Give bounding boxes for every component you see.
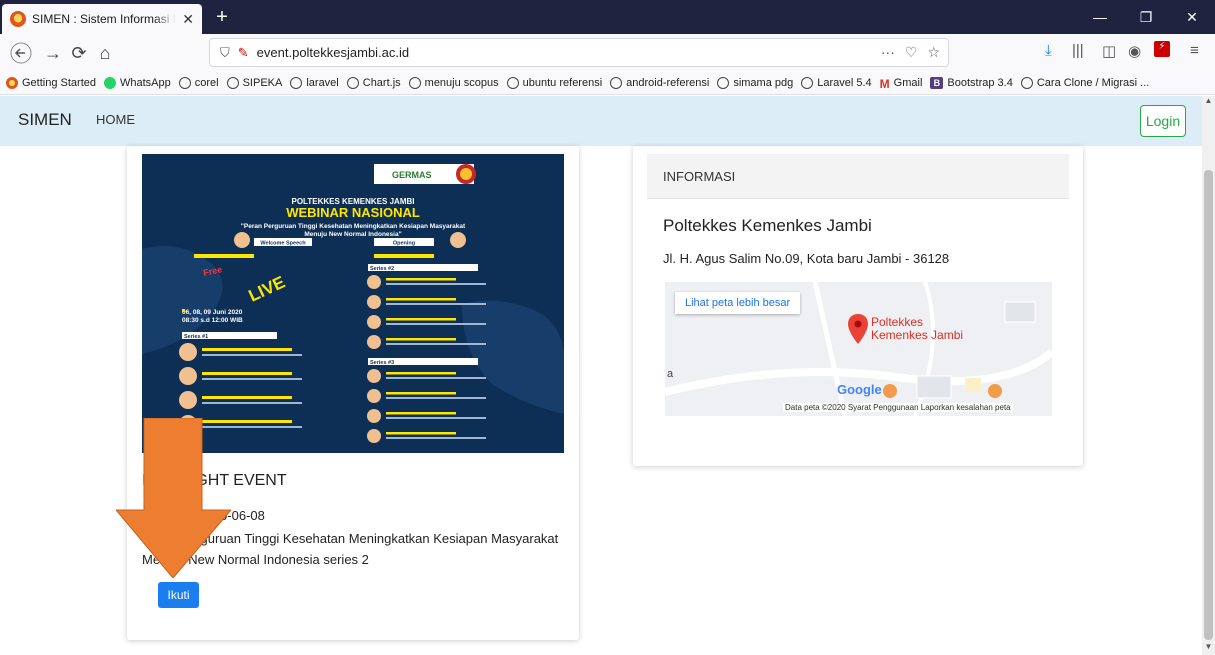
reload-button[interactable]: ⟳: [66, 40, 92, 66]
home-button[interactable]: ⌂: [92, 40, 118, 66]
back-arrow-icon: [10, 42, 32, 64]
globe-icon: [610, 76, 623, 89]
address-bar[interactable]: ⛉ ✎ event.poltekkesjambi.ac.id ··· ♡ ☆: [209, 38, 949, 67]
view-larger-map-link[interactable]: Lihat peta lebih besar: [675, 292, 801, 314]
pointing-arrow-icon: [116, 418, 231, 578]
globe-icon: [226, 76, 239, 89]
svg-text:Menuju New Normal Indonesia": Menuju New Normal Indonesia": [304, 231, 401, 238]
info-card: INFORMASI Poltekkes Kemenkes Jambi Jl. H…: [633, 146, 1083, 466]
svg-text:Opening: Opening: [393, 241, 415, 247]
svg-text:WEBINAR NASIONAL: WEBINAR NASIONAL: [286, 205, 420, 220]
restore-button[interactable]: ❐: [1123, 0, 1169, 34]
menu-icon[interactable]: ≡: [1190, 42, 1199, 59]
map-pin-label: Poltekkes Kemenkes Jambi: [871, 315, 964, 342]
site-brand[interactable]: SIMEN: [18, 110, 72, 130]
bookmark-item[interactable]: ubuntu referensi: [506, 76, 602, 89]
minimize-button[interactable]: —: [1077, 0, 1123, 34]
bookmark-star-icon[interactable]: ☆: [927, 44, 940, 61]
svg-text:Series #1: Series #1: [184, 334, 208, 340]
info-address: Jl. H. Agus Salim No.09, Kota baru Jambi…: [663, 251, 950, 266]
map-pin-icon[interactable]: [848, 314, 868, 344]
bookmark-item[interactable]: B Bootstrap 3.4: [930, 76, 1013, 89]
globe-icon: [346, 76, 359, 89]
scroll-up-icon[interactable]: ▲: [1202, 96, 1215, 105]
svg-text:08:30 s.d 12:00 WIB: 08:30 s.d 12:00 WIB: [182, 317, 243, 324]
globe-icon: [801, 76, 814, 89]
page-scrollbar[interactable]: ▲ ▼: [1202, 96, 1215, 655]
firefox-icon: [6, 76, 18, 89]
globe-icon: [290, 76, 303, 89]
bookmark-item[interactable]: simama pdg: [717, 76, 793, 89]
scrollbar-thumb[interactable]: [1204, 170, 1213, 640]
forward-button[interactable]: →: [40, 40, 66, 66]
close-tab-icon[interactable]: ✕: [182, 11, 194, 28]
bootstrap-icon: B: [930, 76, 944, 89]
germas-logo: GERMAS: [392, 170, 432, 180]
gmail-icon: M: [879, 76, 890, 91]
whatsapp-icon: [104, 76, 116, 89]
shield-icon[interactable]: ⛉: [220, 45, 230, 61]
join-event-button[interactable]: Ikuti: [158, 582, 199, 608]
close-window-button[interactable]: ✕: [1169, 0, 1215, 34]
bookmark-item[interactable]: android-referensi: [610, 76, 709, 89]
bookmark-item[interactable]: Getting Started: [6, 76, 96, 89]
scroll-down-icon[interactable]: ▼: [1202, 642, 1215, 651]
bookmarks-bar: Getting Started WhatsApp corel SIPEKA la…: [0, 71, 1215, 95]
nav-home-link[interactable]: HOME: [96, 112, 135, 127]
new-tab-button[interactable]: +: [210, 6, 234, 29]
url-text: event.poltekkesjambi.ac.id: [256, 45, 410, 60]
globe-icon: [506, 76, 519, 89]
tab-title: SIMEN : Sistem Informasi Manajemen Event: [32, 12, 176, 26]
bookmark-item[interactable]: Cara Clone / Migrasi ...: [1020, 76, 1149, 89]
back-button[interactable]: [8, 40, 34, 66]
bookmark-item[interactable]: Laravel 5.4: [801, 76, 872, 89]
bookmark-item[interactable]: WhatsApp: [104, 76, 171, 89]
svg-text:Welcome Speech: Welcome Speech: [260, 241, 306, 247]
google-logo: Google: [837, 382, 882, 397]
sidebar-icon[interactable]: ◫: [1102, 42, 1116, 60]
globe-icon: [1020, 76, 1033, 89]
browser-toolbar: → ⟳ ⌂ ⛉ ✎ event.poltekkesjambi.ac.id ···…: [0, 34, 1215, 71]
bookmark-item[interactable]: corel: [178, 76, 219, 89]
map-attribution[interactable]: Data peta ©2020 Syarat Penggunaan Lapork…: [783, 403, 1013, 412]
event-poster-image: GERMAS POLTEKKES KEMENKES JAMBI WEBINAR …: [142, 154, 564, 453]
account-icon[interactable]: ◉: [1128, 42, 1141, 60]
bookmark-item[interactable]: SIPEKA: [226, 76, 282, 89]
bookmark-item[interactable]: menuju scopus: [408, 76, 499, 89]
svg-text:Series #2: Series #2: [370, 266, 394, 272]
browser-titlebar: SIMEN : Sistem Informasi Manajemen Event…: [0, 0, 1215, 34]
browser-tab[interactable]: SIMEN : Sistem Informasi Manajemen Event…: [2, 4, 202, 34]
globe-icon: [717, 76, 730, 89]
firefox-icon: [10, 11, 26, 27]
library-icon[interactable]: |||: [1072, 42, 1084, 59]
globe-icon: [178, 76, 191, 89]
map-label: a: [667, 368, 674, 380]
svg-text:"Peran Perguruan Tinggi Keseha: "Peran Perguruan Tinggi Kesehatan Mening…: [241, 223, 466, 230]
globe-icon: [408, 76, 421, 89]
svg-text:Series #3: Series #3: [370, 360, 394, 366]
info-org-name: Poltekkes Kemenkes Jambi: [663, 216, 872, 235]
bookmark-item[interactable]: M Gmail: [879, 76, 923, 91]
embedded-map[interactable]: Lihat peta lebih besar Poltekkes Kemenke…: [665, 282, 1052, 416]
info-header: INFORMASI: [647, 154, 1069, 199]
site-navbar: SIMEN HOME Login: [0, 96, 1202, 146]
login-button[interactable]: Login: [1140, 105, 1186, 137]
bookmark-item[interactable]: laravel: [290, 76, 339, 89]
bookmark-item[interactable]: Chart.js: [346, 76, 401, 89]
download-icon[interactable]: ⤓: [1045, 42, 1052, 59]
page-actions-button[interactable]: ···: [881, 44, 895, 61]
svg-text:06, 08, 09 Juni 2020: 06, 08, 09 Juni 2020: [182, 309, 243, 316]
pocket-icon[interactable]: ♡: [905, 44, 918, 61]
insecure-lock-icon[interactable]: ✎: [238, 45, 249, 61]
extension-icon[interactable]: ⚡: [1154, 41, 1170, 57]
